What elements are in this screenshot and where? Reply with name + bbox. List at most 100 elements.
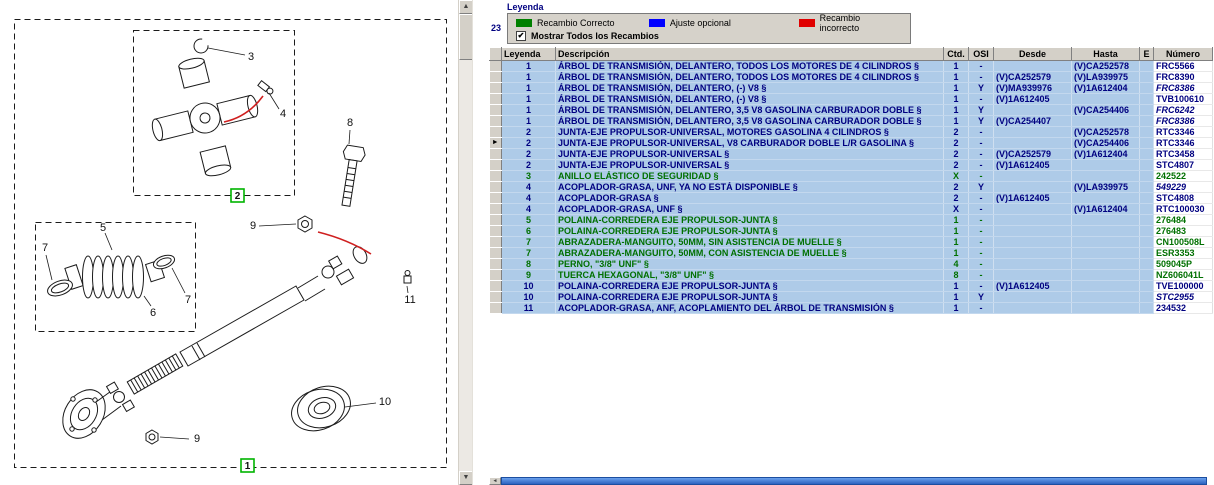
cell-e bbox=[1140, 303, 1154, 314]
row-selector-cell[interactable] bbox=[490, 259, 502, 270]
scroll-down-button[interactable]: ▼ bbox=[459, 471, 473, 485]
table-row[interactable]: 1ÁRBOL DE TRANSMISIÓN, DELANTERO, TODOS … bbox=[490, 61, 1213, 72]
column-header-osi: OSI bbox=[969, 48, 994, 61]
table-row[interactable]: 10POLAINA-CORREDERA EJE PROPULSOR-JUNTA … bbox=[490, 281, 1213, 292]
cell-e bbox=[1140, 193, 1154, 204]
cell-e bbox=[1140, 61, 1154, 72]
row-selector-cell[interactable] bbox=[490, 204, 502, 215]
callout-9-lower[interactable]: 9 bbox=[194, 433, 200, 445]
cell-desde bbox=[994, 226, 1072, 237]
table-row[interactable]: 1ÁRBOL DE TRANSMISIÓN, DELANTERO, (-) V8… bbox=[490, 83, 1213, 94]
row-selector-cell[interactable] bbox=[490, 281, 502, 292]
scroll-down-icon: ▼ bbox=[463, 474, 470, 481]
table-row[interactable]: 2JUNTA-EJE PROPULSOR-UNIVERSAL, MOTORES … bbox=[490, 127, 1213, 138]
cell-e bbox=[1140, 127, 1154, 138]
callout-11[interactable]: 11 bbox=[404, 294, 415, 306]
horizontal-scrollbar[interactable]: ◄ bbox=[489, 477, 1207, 485]
row-selector-cell[interactable] bbox=[490, 116, 502, 127]
row-selector-cell[interactable] bbox=[490, 149, 502, 160]
cell-descripcion: ACOPLADOR-GRASA, ANF, ACOPLAMIENTO DEL Á… bbox=[556, 303, 944, 314]
table-row[interactable]: 2JUNTA-EJE PROPULSOR-UNIVERSAL §2-(V)1A6… bbox=[490, 160, 1213, 171]
table-row[interactable]: 7ABRAZADERA-MANGUITO, 50MM, SIN ASISTENC… bbox=[490, 237, 1213, 248]
row-selector-cell[interactable] bbox=[490, 61, 502, 72]
table-row[interactable]: 4ACOPLADOR-GRASA §2-(V)1A612405STC4808 bbox=[490, 193, 1213, 204]
row-selector-cell[interactable] bbox=[490, 94, 502, 105]
cell-ctd: 1 bbox=[944, 303, 969, 314]
scroll-left-button[interactable]: ◄ bbox=[489, 477, 501, 485]
row-selector-cell[interactable] bbox=[490, 270, 502, 281]
callout-box-2[interactable]: 2 bbox=[231, 189, 244, 202]
row-selector-cell[interactable] bbox=[490, 182, 502, 193]
cell-e bbox=[1140, 281, 1154, 292]
table-row[interactable]: 4ACOPLADOR-GRASA, UNF §X-(V)1A612404RTC1… bbox=[490, 204, 1213, 215]
cell-desde: (V)1A612405 bbox=[994, 94, 1072, 105]
cell-descripcion: PERNO, "3/8" UNF" § bbox=[556, 259, 944, 270]
table-row[interactable]: ►2JUNTA-EJE PROPULSOR-UNIVERSAL, V8 CARB… bbox=[490, 138, 1213, 149]
callout-8[interactable]: 8 bbox=[347, 117, 353, 129]
cell-desde bbox=[994, 127, 1072, 138]
legend-swatch-correct bbox=[516, 19, 532, 27]
cell-ctd: 1 bbox=[944, 237, 969, 248]
cell-osi: - bbox=[969, 171, 994, 182]
row-selector-cell[interactable] bbox=[490, 72, 502, 83]
row-selector-cell[interactable] bbox=[490, 292, 502, 303]
table-header-row: Leyenda Descripción Ctd. OSI Desde Hasta… bbox=[490, 48, 1213, 61]
row-selector-cell[interactable] bbox=[490, 193, 502, 204]
cell-e bbox=[1140, 237, 1154, 248]
table-row[interactable]: 2JUNTA-EJE PROPULSOR-UNIVERSAL §2-(V)CA2… bbox=[490, 149, 1213, 160]
parts-panel: 23 Leyenda Recambio Correcto Ajuste opci… bbox=[472, 0, 1214, 485]
cell-hasta: (V)1A612404 bbox=[1072, 149, 1140, 160]
vertical-scrollbar[interactable]: ▲ ▼ bbox=[458, 0, 472, 485]
table-row[interactable]: 10POLAINA-CORREDERA EJE PROPULSOR-JUNTA … bbox=[490, 292, 1213, 303]
horizontal-scrollbar-thumb[interactable] bbox=[501, 477, 1207, 485]
table-row[interactable]: 4ACOPLADOR-GRASA, UNF, YA NO ESTÁ DISPON… bbox=[490, 182, 1213, 193]
row-selector-cell[interactable] bbox=[490, 237, 502, 248]
callout-4[interactable]: 4 bbox=[280, 108, 286, 120]
callout-5[interactable]: 5 bbox=[100, 222, 106, 234]
cell-descripcion: JUNTA-EJE PROPULSOR-UNIVERSAL, MOTORES G… bbox=[556, 127, 944, 138]
callout-7-left[interactable]: 7 bbox=[42, 242, 48, 254]
cell-e bbox=[1140, 83, 1154, 94]
cell-osi: - bbox=[969, 138, 994, 149]
row-selector-cell[interactable] bbox=[490, 127, 502, 138]
row-selector-cell[interactable] bbox=[490, 226, 502, 237]
cell-descripcion: ABRAZADERA-MANGUITO, 50MM, SIN ASISTENCI… bbox=[556, 237, 944, 248]
row-selector-cell[interactable] bbox=[490, 160, 502, 171]
cell-osi: - bbox=[969, 270, 994, 281]
row-selector-cell[interactable] bbox=[490, 215, 502, 226]
cell-ctd: 1 bbox=[944, 116, 969, 127]
row-selector-cell[interactable] bbox=[490, 171, 502, 182]
cell-desde bbox=[994, 138, 1072, 149]
table-row[interactable]: 8PERNO, "3/8" UNF" §4-509045P bbox=[490, 259, 1213, 270]
cell-e bbox=[1140, 226, 1154, 237]
table-row[interactable]: 5POLAINA-CORREDERA EJE PROPULSOR-JUNTA §… bbox=[490, 215, 1213, 226]
callout-6[interactable]: 6 bbox=[150, 307, 156, 319]
callout-3[interactable]: 3 bbox=[248, 51, 254, 63]
cell-numero: RTC100030 bbox=[1154, 204, 1213, 215]
scroll-up-button[interactable]: ▲ bbox=[459, 0, 473, 14]
table-row[interactable]: 7ABRAZADERA-MANGUITO, 50MM, CON ASISTENC… bbox=[490, 248, 1213, 259]
row-selector-cell[interactable]: ► bbox=[490, 138, 502, 149]
table-row[interactable]: 1ÁRBOL DE TRANSMISIÓN, DELANTERO, TODOS … bbox=[490, 72, 1213, 83]
table-row[interactable]: 9TUERCA HEXAGONAL, "3/8" UNF" §8-NZ60604… bbox=[490, 270, 1213, 281]
row-selector-cell[interactable] bbox=[490, 303, 502, 314]
cell-ctd: 4 bbox=[944, 259, 969, 270]
callout-9-upper[interactable]: 9 bbox=[250, 220, 256, 232]
app-window: 3 4 8 9 5 7 6 7 10 9 11 2 1 ▲ ▼ bbox=[0, 0, 1214, 485]
callout-10[interactable]: 10 bbox=[379, 396, 391, 408]
table-row[interactable]: 3ANILLO ELÁSTICO DE SEGURIDAD §X-242522 bbox=[490, 171, 1213, 182]
cell-descripcion: ÁRBOL DE TRANSMISIÓN, DELANTERO, TODOS L… bbox=[556, 61, 944, 72]
table-row[interactable]: 1ÁRBOL DE TRANSMISIÓN, DELANTERO, (-) V8… bbox=[490, 94, 1213, 105]
show-all-checkbox[interactable]: ✔ bbox=[516, 31, 526, 41]
table-row[interactable]: 1ÁRBOL DE TRANSMISIÓN, DELANTERO, 3,5 V8… bbox=[490, 105, 1213, 116]
row-selector-cell[interactable] bbox=[490, 248, 502, 259]
table-row[interactable]: 6POLAINA-CORREDERA EJE PROPULSOR-JUNTA §… bbox=[490, 226, 1213, 237]
row-selector-cell[interactable] bbox=[490, 83, 502, 94]
scrollbar-thumb[interactable] bbox=[459, 14, 473, 60]
callout-box-1[interactable]: 1 bbox=[241, 459, 254, 472]
table-row[interactable]: 11ACOPLADOR-GRASA, ANF, ACOPLAMIENTO DEL… bbox=[490, 303, 1213, 314]
table-row[interactable]: 1ÁRBOL DE TRANSMISIÓN, DELANTERO, 3,5 V8… bbox=[490, 116, 1213, 127]
cell-desde bbox=[994, 105, 1072, 116]
callout-7-right[interactable]: 7 bbox=[185, 294, 191, 306]
row-selector-cell[interactable] bbox=[490, 105, 502, 116]
